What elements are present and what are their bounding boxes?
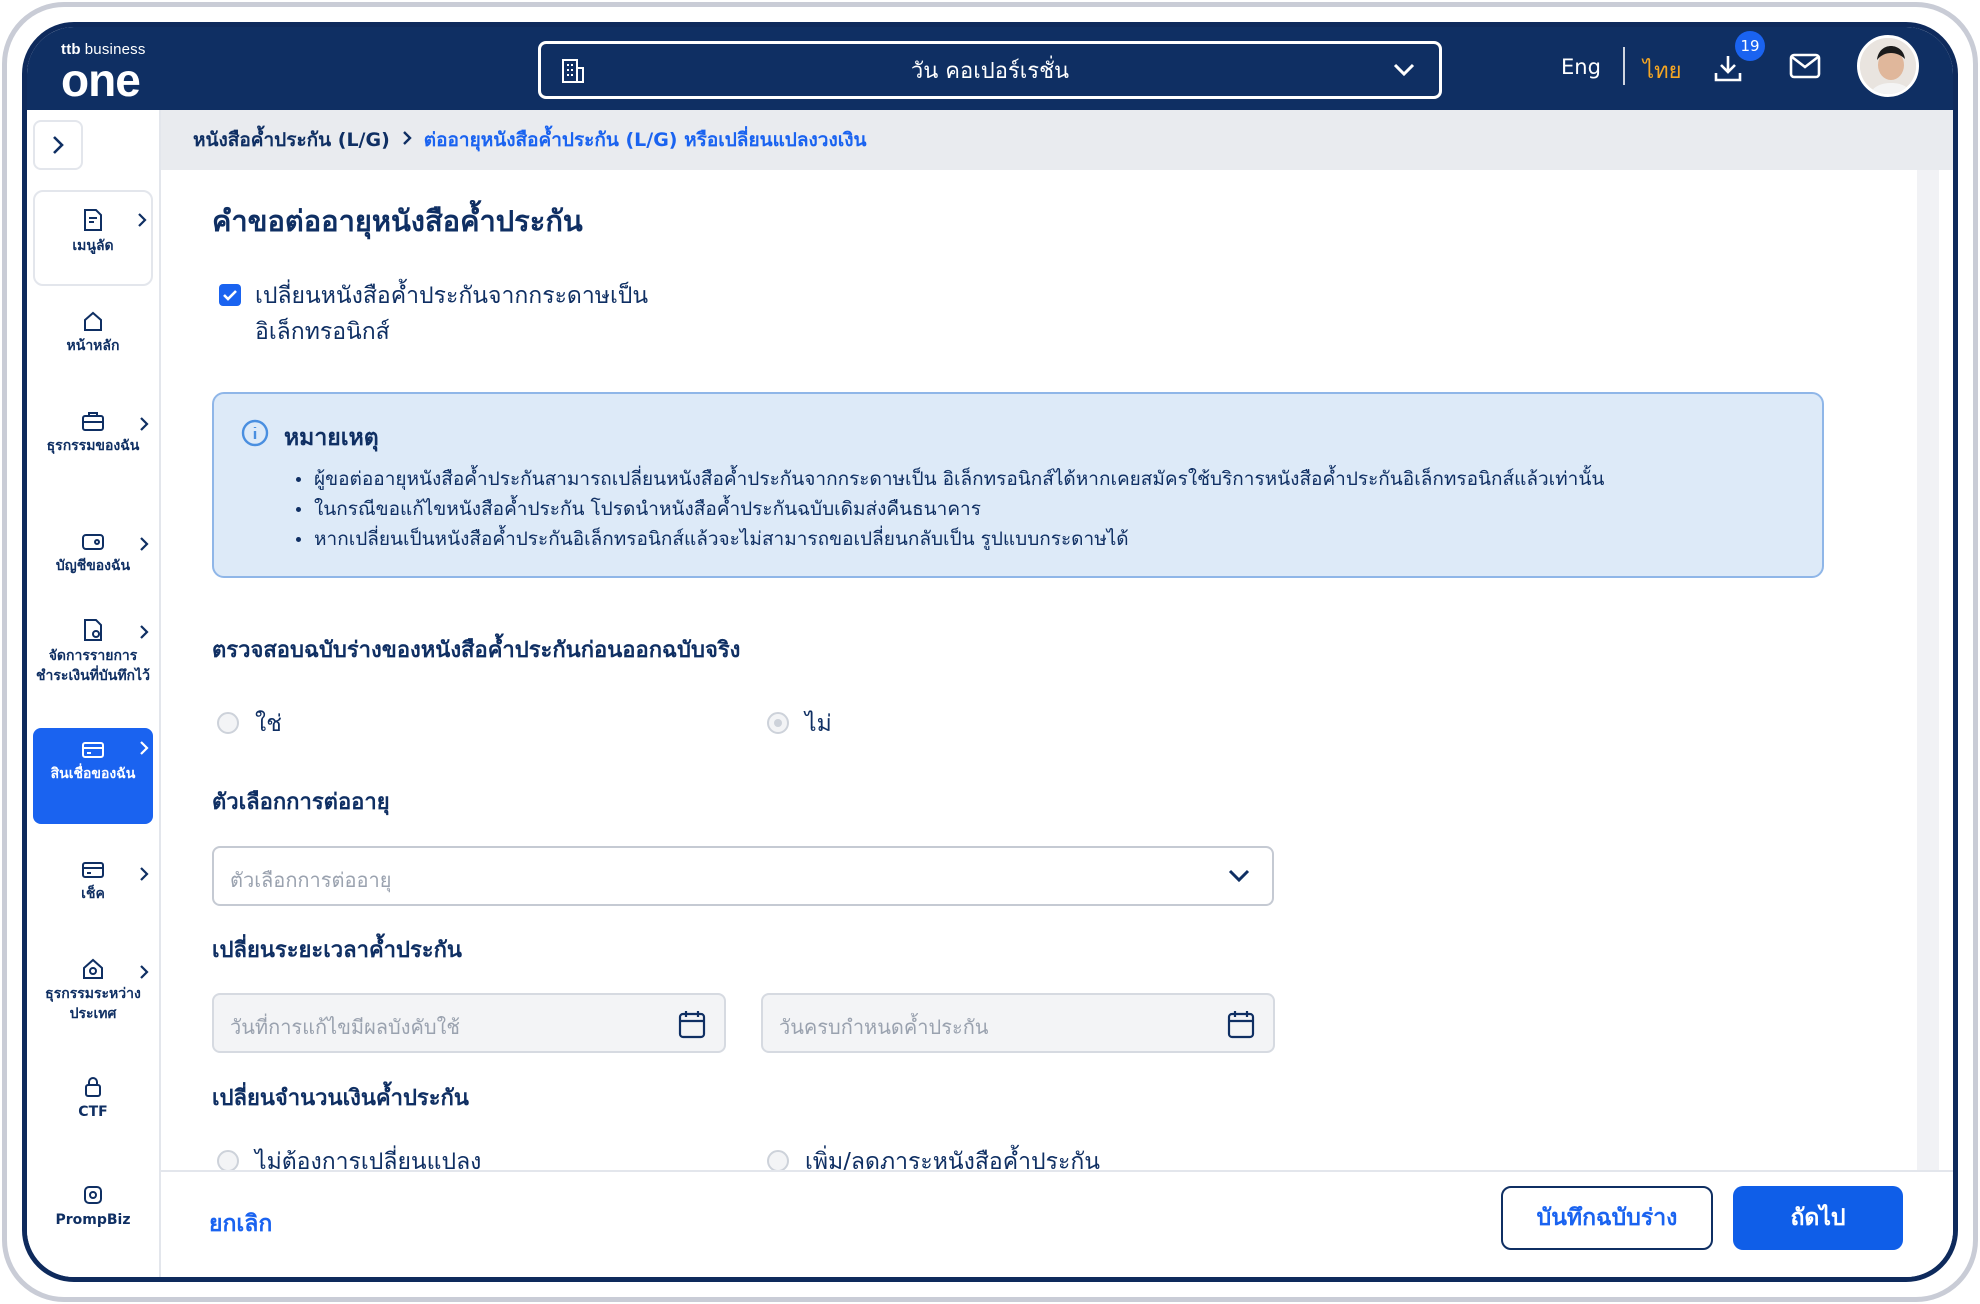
expiry-date-placeholder: วันครบกำหนดค้ำประกัน <box>779 1015 989 1039</box>
save-draft-button[interactable]: บันทึกฉบับร่าง <box>1501 1186 1713 1250</box>
sidebar-item-label: สินเชื่อของฉัน <box>50 766 136 782</box>
lang-english[interactable]: Eng <box>1561 55 1601 79</box>
note-title: หมายเหตุ <box>284 425 379 451</box>
brand-logo[interactable]: ttb business one <box>61 39 171 106</box>
effective-date-input[interactable]: วันที่การแก้ไขมีผลบังคับใช้ <box>212 993 726 1053</box>
company-selector[interactable]: วัน คอเปอร์เรชั่น <box>538 41 1442 99</box>
credit-card-icon <box>82 742 104 758</box>
draft-check-yes-label[interactable]: ใช่ <box>255 706 282 742</box>
cancel-button[interactable]: ยกเลิก <box>209 1206 272 1242</box>
note-box: หมายเหตุ ผู้ขอต่ออายุหนังสือค้ำประกันสาม… <box>212 392 1824 578</box>
lock-icon <box>85 1077 101 1097</box>
chevron-right-icon <box>139 624 149 646</box>
note-item: ผู้ขอต่ออายุหนังสือค้ำประกันสามารถเปลี่ย… <box>296 464 1604 494</box>
next-button[interactable]: ถัดไป <box>1733 1186 1903 1250</box>
prompbiz-icon <box>84 1186 102 1204</box>
chevron-right-icon <box>139 416 149 438</box>
sidebar-item-my-transactions[interactable]: ธุรกรรมของฉัน <box>33 410 153 456</box>
sidebar-item-prompbiz[interactable]: PrompBiz <box>33 1184 153 1230</box>
breadcrumb-current: ต่ออายุหนังสือค้ำประกัน (L/G) หรือเปลี่ย… <box>423 129 867 151</box>
sidebar-item-international[interactable]: ธุรกรรมระหว่างประเทศ <box>33 958 153 1024</box>
note-item: หากเปลี่ยนเป็นหนังสือค้ำประกันอิเล็กทรอน… <box>296 524 1604 554</box>
top-bar: ttb business one วัน คอเปอร์เรชั่น Eng ไท… <box>27 27 1953 110</box>
sidebar-item-saved-payments[interactable]: จัดการรายการชำระเงินที่บันทึกไว้ <box>33 618 153 686</box>
sidebar-item-ctf[interactable]: CTF <box>33 1076 153 1122</box>
sidebar: เมนูลัด หน้าหลัก ธุรกรรมของฉัน บัญชีของฉ… <box>27 110 161 1277</box>
chevron-right-icon <box>139 536 149 558</box>
sidebar-item-home[interactable]: หน้าหลัก <box>33 310 153 356</box>
amount-heading: เปลี่ยนจำนวนเงินค้ำประกัน <box>212 1086 469 1111</box>
briefcase-icon <box>82 412 104 431</box>
lang-divider <box>1623 47 1625 85</box>
chevron-right-icon <box>139 866 149 888</box>
form-content: คำขอต่ออายุหนังสือค้ำประกัน เปลี่ยนหนังส… <box>161 170 1917 1175</box>
action-footer: ยกเลิก บันทึกฉบับร่าง ถัดไป <box>161 1170 1953 1277</box>
breadcrumb: หนังสือค้ำประกัน (L/G) ต่ออายุหนังสือค้ำ… <box>161 110 1953 170</box>
shortcut-doc-icon <box>84 209 102 231</box>
download-count-badge: 19 <box>1735 31 1765 61</box>
sidebar-item-label: จัดการรายการชำระเงินที่บันทึกไว้ <box>36 648 150 684</box>
note-list: ผู้ขอต่ออายุหนังสือค้ำประกันสามารถเปลี่ย… <box>296 464 1604 554</box>
calendar-icon[interactable] <box>678 1009 706 1043</box>
check-icon <box>223 290 237 301</box>
note-item: ในกรณีขอแก้ไขหนังสือค้ำประกัน โปรดนำหนัง… <box>296 494 1604 524</box>
sidebar-item-label: เช็ค <box>81 886 105 902</box>
draft-check-heading: ตรวจสอบฉบับร่างของหนังสือค้ำประกันก่อนออ… <box>212 638 741 663</box>
sidebar-item-cheque[interactable]: เช็ค <box>33 860 153 904</box>
renew-option-heading: ตัวเลือกการต่ออายุ <box>212 790 390 815</box>
cheque-icon <box>82 862 104 878</box>
wallet-icon <box>82 534 104 550</box>
draft-check-yes-radio[interactable] <box>217 712 239 734</box>
renew-option-placeholder: ตัวเลือกการต่ออายุ <box>230 868 392 892</box>
sidebar-expand-button[interactable] <box>33 120 83 170</box>
company-name: วัน คอเปอร์เรชั่น <box>910 58 1070 84</box>
effective-date-placeholder: วันที่การแก้ไขมีผลบังคับใช้ <box>230 1015 460 1039</box>
home-icon <box>84 311 102 331</box>
mail-icon[interactable] <box>1789 53 1821 83</box>
e-guarantee-checkbox-label[interactable]: เปลี่ยนหนังสือค้ำประกันจากกระดาษเป็น อิเ… <box>255 278 715 350</box>
sidebar-item-my-loans[interactable]: สินเชื่อของฉัน <box>33 728 153 824</box>
amount-change-radio[interactable] <box>767 1150 789 1172</box>
sidebar-item-label: บัญชีของฉัน <box>55 558 131 574</box>
info-icon <box>240 418 270 452</box>
chevron-down-icon <box>1393 62 1415 81</box>
chevron-right-icon <box>139 740 149 762</box>
building-icon <box>561 58 585 88</box>
chevron-down-icon <box>1228 868 1250 887</box>
draft-check-no-label[interactable]: ไม่ <box>805 706 832 742</box>
sidebar-item-shortcut[interactable]: เมนูลัด <box>33 190 153 286</box>
sidebar-item-label: ธุรกรรมระหว่างประเทศ <box>45 986 141 1022</box>
app-window: ttb business one วัน คอเปอร์เรชั่น Eng ไท… <box>22 22 1958 1282</box>
doc-settings-icon <box>84 619 102 641</box>
sidebar-item-label: PrompBiz <box>55 1212 131 1228</box>
global-home-icon <box>83 958 103 979</box>
chevron-right-icon <box>402 129 412 151</box>
amount-no-change-radio[interactable] <box>217 1150 239 1172</box>
expiry-date-input[interactable]: วันครบกำหนดค้ำประกัน <box>761 993 1275 1053</box>
draft-check-no-radio[interactable] <box>767 712 789 734</box>
sidebar-item-my-accounts[interactable]: บัญชีของฉัน <box>33 530 153 576</box>
sidebar-item-label: หน้าหลัก <box>66 338 120 354</box>
period-heading: เปลี่ยนระยะเวลาค้ำประกัน <box>212 938 462 963</box>
sidebar-item-label: เมนูลัด <box>72 238 114 254</box>
sidebar-item-label: CTF <box>78 1104 108 1120</box>
download-icon[interactable] <box>1713 53 1743 87</box>
sidebar-item-label: ธุรกรรมของฉัน <box>46 438 140 454</box>
user-avatar[interactable] <box>1857 35 1919 97</box>
brand-name: one <box>61 54 141 106</box>
content-scrollbar[interactable] <box>1917 170 1939 1170</box>
e-guarantee-checkbox[interactable] <box>219 284 241 306</box>
breadcrumb-parent[interactable]: หนังสือค้ำประกัน (L/G) <box>193 125 390 155</box>
chevron-right-icon <box>137 212 147 234</box>
calendar-icon[interactable] <box>1227 1009 1255 1043</box>
chevron-right-icon <box>139 964 149 986</box>
lang-thai[interactable]: ไทย <box>1643 53 1681 88</box>
renew-option-select[interactable]: ตัวเลือกการต่ออายุ <box>212 846 1274 906</box>
page-title: คำขอต่ออายุหนังสือค้ำประกัน <box>212 204 583 238</box>
